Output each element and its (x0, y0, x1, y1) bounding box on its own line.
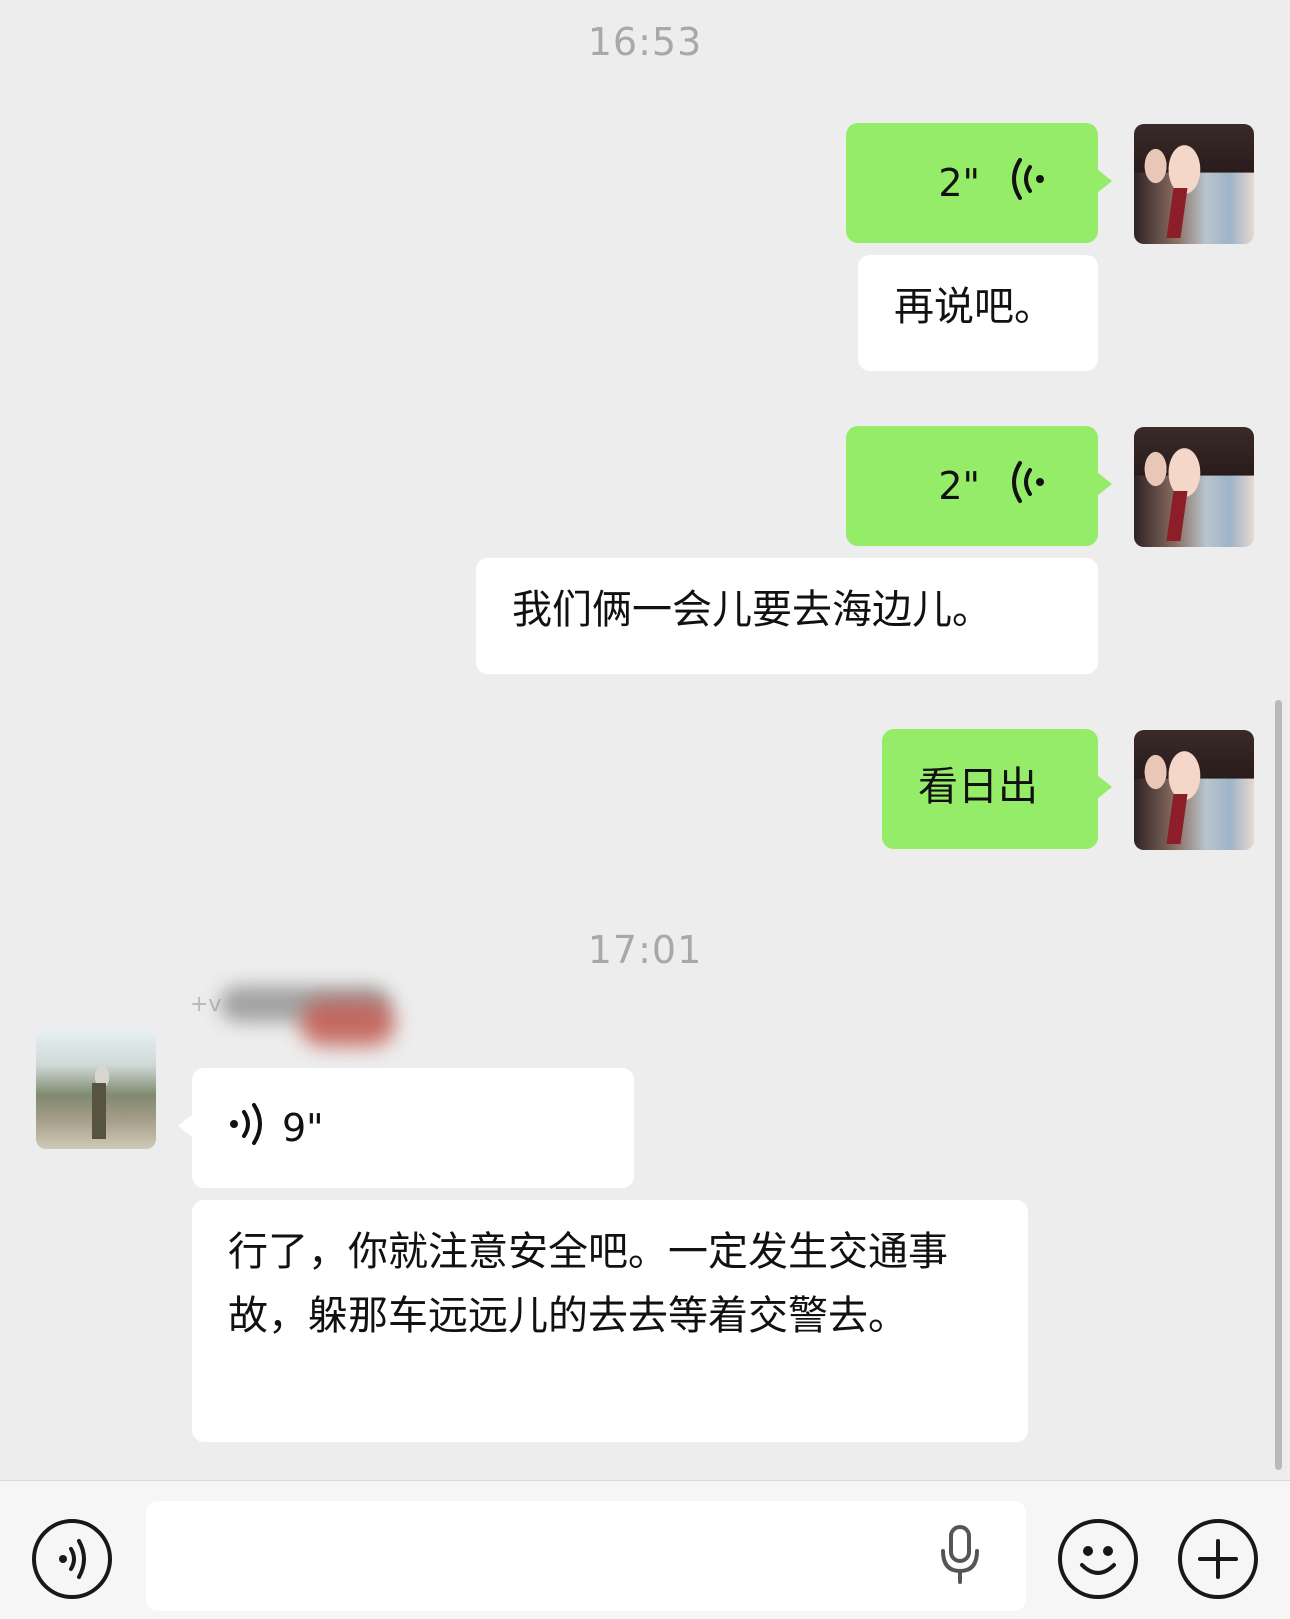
emoji-icon[interactable] (1058, 1519, 1138, 1599)
message-input[interactable] (146, 1501, 1026, 1611)
plus-icon[interactable] (1178, 1519, 1258, 1599)
contact-avatar[interactable] (36, 1029, 156, 1149)
voice-wave-icon (1010, 460, 1044, 513)
timestamp: 17:01 (587, 928, 703, 972)
outgoing-text-message[interactable]: 看日出 (882, 729, 1112, 849)
my-avatar[interactable] (1134, 730, 1254, 850)
my-avatar[interactable] (1134, 427, 1254, 547)
timestamp: 16:53 (587, 20, 703, 64)
microphone-icon[interactable] (938, 1525, 982, 1589)
outgoing-text-message[interactable]: 我们俩一会儿要去海边儿。 (476, 558, 1098, 674)
voice-wave-icon (1010, 157, 1044, 210)
scrollbar[interactable] (1275, 700, 1282, 1470)
incoming-text-message[interactable]: 行了，你就注意安全吧。一定发生交通事故，躲那车远远儿的去去等着交警去。 (192, 1200, 1028, 1442)
voice-duration: 2" (938, 464, 980, 508)
sender-name-redacted: +v (190, 978, 410, 1048)
voice-duration: 2" (938, 161, 980, 205)
outgoing-voice-message[interactable]: 2" (846, 123, 1112, 243)
outgoing-voice-message[interactable]: 2" (846, 426, 1112, 546)
voice-wave-icon (230, 1102, 264, 1155)
incoming-voice-message[interactable]: 9" (178, 1068, 634, 1188)
outgoing-text-message[interactable]: 再说吧。 (858, 255, 1098, 371)
input-bar (0, 1480, 1290, 1619)
voice-input-icon[interactable] (32, 1519, 112, 1599)
my-avatar[interactable] (1134, 124, 1254, 244)
voice-duration: 9" (282, 1106, 324, 1150)
